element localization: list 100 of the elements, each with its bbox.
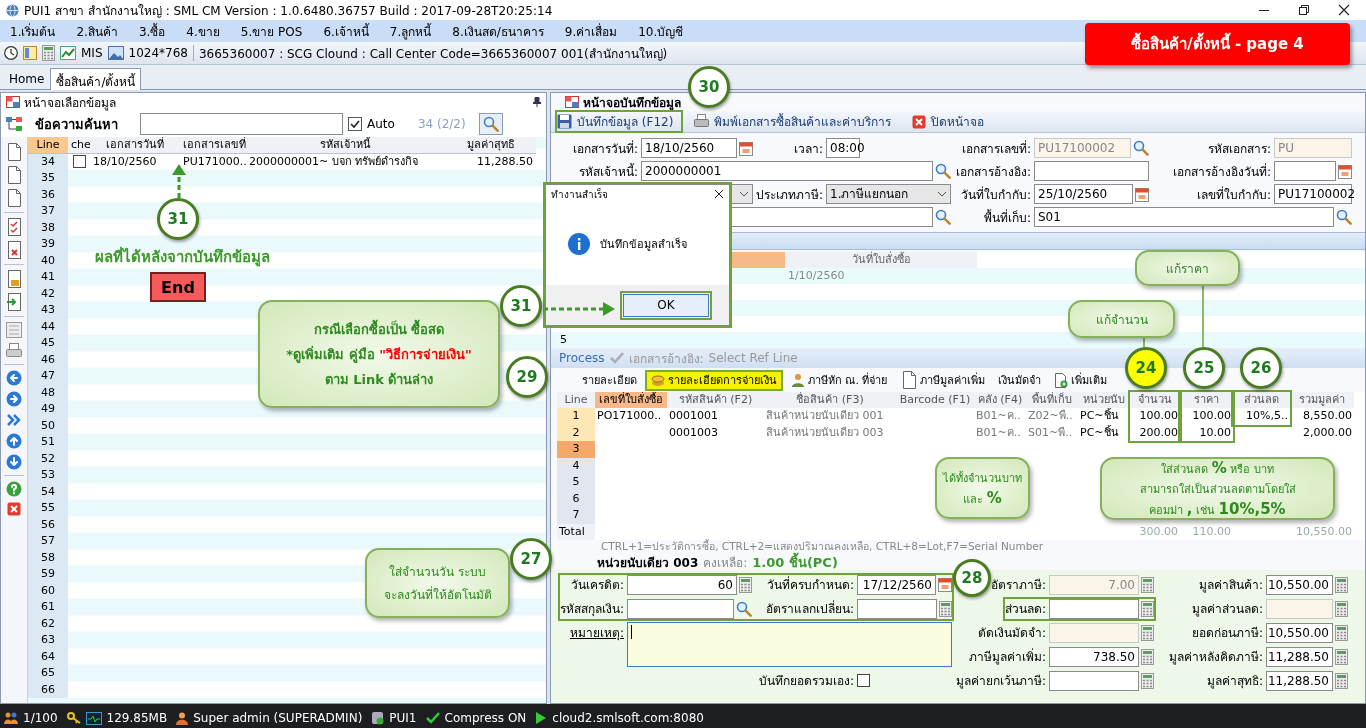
- date-field[interactable]: 18/10/2560: [641, 138, 737, 158]
- column-header[interactable]: Line: [28, 137, 68, 154]
- checkbox[interactable]: [857, 674, 870, 687]
- number-field[interactable]: [857, 598, 937, 619]
- tab[interactable]: เงินมัดจำ: [992, 369, 1046, 391]
- date-field[interactable]: 25/10/2560: [1034, 184, 1133, 204]
- delete-document-icon[interactable]: [6, 241, 22, 259]
- input-field[interactable]: [1034, 161, 1149, 181]
- toolbar-button[interactable]: บันทึกข้อมูล (F12): [577, 112, 674, 131]
- calculator-icon[interactable]: [739, 576, 752, 593]
- number-field[interactable]: [1049, 670, 1139, 691]
- dropdown-field[interactable]: 1.ภาษีแยกนอก: [826, 184, 951, 204]
- column-header[interactable]: ชื่อสินค้า (F3): [764, 392, 896, 408]
- input-field[interactable]: PU17100002: [1274, 184, 1352, 204]
- menu-item[interactable]: 4.ขาย: [186, 21, 220, 41]
- column-header[interactable]: มูลค่าสุทธิ: [445, 137, 536, 154]
- number-field[interactable]: 11,288.50: [1266, 670, 1333, 691]
- tab[interactable]: ซื้อสินค้า/ตั้งหนี้: [50, 68, 142, 90]
- import-icon[interactable]: [6, 293, 22, 311]
- chevron-down-icon[interactable]: [937, 191, 947, 197]
- calendar-icon[interactable]: [1338, 163, 1352, 179]
- calculator-icon[interactable]: [42, 45, 55, 61]
- tab[interactable]: เพิ่มเติม: [1048, 369, 1112, 391]
- calculator-icon[interactable]: [1141, 648, 1154, 665]
- lookup-field[interactable]: [627, 598, 734, 619]
- tab[interactable]: รายละเอียด: [577, 369, 642, 391]
- close-icon[interactable]: [1338, 4, 1350, 16]
- menu-item[interactable]: 7.ลูกหนี้: [389, 21, 432, 41]
- arrow-left-icon[interactable]: [6, 370, 22, 386]
- column-header[interactable]: Barcode (F1): [896, 392, 974, 408]
- column-header[interactable]: รวมมูลค่า: [1290, 392, 1354, 408]
- arrow-right-icon[interactable]: [6, 391, 22, 407]
- menu-item[interactable]: 1.เริ่มต้น: [10, 21, 56, 41]
- toolbar-button[interactable]: MIS: [81, 46, 103, 60]
- checkbox[interactable]: [72, 154, 86, 168]
- document-icon[interactable]: [6, 166, 22, 184]
- end-button[interactable]: End: [150, 272, 206, 302]
- calculator-icon[interactable]: [939, 600, 952, 617]
- toolbar-button[interactable]: พิมพ์เอกสารซื้อสินค้าและค่าบริการ: [714, 112, 892, 131]
- panel-icon[interactable]: [23, 46, 37, 60]
- search-icon[interactable]: [935, 209, 951, 225]
- close-icon[interactable]: [714, 189, 724, 199]
- pin-icon[interactable]: [533, 97, 541, 107]
- menu-item[interactable]: 2.สินค้า: [76, 21, 118, 41]
- number-field[interactable]: 738.50: [1049, 646, 1139, 667]
- menu-item[interactable]: 3.ซื้อ: [138, 21, 166, 41]
- calendar-icon[interactable]: [938, 577, 952, 592]
- help-icon[interactable]: [6, 481, 22, 497]
- column-header[interactable]: หน่วยนับ: [1078, 392, 1130, 408]
- menu-item[interactable]: 9.ค่าเสื่อม: [564, 21, 618, 41]
- clock-icon[interactable]: [4, 46, 18, 60]
- lock-icon[interactable]: [6, 270, 22, 288]
- tab[interactable]: Home: [3, 68, 51, 89]
- remark-field[interactable]: [627, 622, 952, 667]
- search-icon[interactable]: [736, 600, 752, 617]
- date-field[interactable]: [1274, 161, 1336, 181]
- column-header[interactable]: วันที่ใบสั่งซื้อ: [785, 252, 977, 268]
- calculator-icon[interactable]: [1141, 672, 1154, 689]
- menu-item[interactable]: 10.บัญชี: [638, 21, 684, 41]
- calculator-icon[interactable]: [1335, 600, 1348, 617]
- number-field[interactable]: [1049, 598, 1139, 619]
- search-field[interactable]: [140, 113, 343, 135]
- column-header[interactable]: รหัสสินค้า (F2): [667, 392, 764, 408]
- search-icon[interactable]: [935, 163, 951, 179]
- column-header[interactable]: Line: [557, 392, 595, 408]
- date-field[interactable]: 17/12/2560: [857, 574, 936, 595]
- arrow-down-icon[interactable]: [6, 454, 22, 470]
- lookup-field[interactable]: 2000000001: [641, 161, 933, 181]
- restore-icon[interactable]: [1298, 4, 1310, 16]
- number-field[interactable]: 10,550.00: [1266, 622, 1333, 643]
- tab[interactable]: รายละเอียดการจ่ายเงิน: [645, 369, 783, 391]
- image-icon[interactable]: [107, 46, 124, 60]
- column-header[interactable]: พื้นที่เก็บ: [1026, 392, 1078, 408]
- menu-item[interactable]: 6.เจ้าหนี้: [323, 21, 369, 41]
- menu-item[interactable]: 5.ขาย POS: [240, 21, 303, 41]
- number-field[interactable]: 10,550.00: [1266, 574, 1333, 595]
- calendar-icon[interactable]: [739, 140, 753, 156]
- calculator-icon[interactable]: [1141, 624, 1154, 641]
- checklist-icon[interactable]: [6, 218, 22, 236]
- number-field[interactable]: 11,288.50: [1266, 646, 1333, 667]
- lookup-field[interactable]: S01: [1034, 207, 1334, 227]
- column-header[interactable]: เอกสารเลขที่: [180, 137, 246, 154]
- number-field[interactable]: 60: [627, 574, 737, 595]
- double-chevron-icon[interactable]: [6, 412, 22, 428]
- chart-icon[interactable]: [60, 46, 76, 60]
- tab[interactable]: ภาษีหัก ณ. ที่จ่าย: [786, 369, 893, 391]
- ok-button[interactable]: OK: [623, 293, 709, 317]
- search-icon[interactable]: [1336, 209, 1352, 225]
- toolbar-button[interactable]: ปิดหน้าจอ: [931, 112, 985, 131]
- calendar-icon[interactable]: [1135, 186, 1149, 202]
- menu-item[interactable]: 8.เงินสด/ธนาคาร: [452, 21, 544, 41]
- report-icon[interactable]: [6, 322, 22, 338]
- calculator-icon[interactable]: [1335, 624, 1348, 641]
- chevron-down-icon[interactable]: [739, 191, 749, 197]
- search-icon[interactable]: [1133, 140, 1149, 156]
- calculator-icon[interactable]: [1141, 576, 1154, 593]
- copy-icon[interactable]: [6, 189, 22, 207]
- column-header[interactable]: ส่วนลด: [1233, 392, 1290, 408]
- search-button[interactable]: [478, 113, 503, 135]
- calculator-icon[interactable]: [1335, 648, 1348, 665]
